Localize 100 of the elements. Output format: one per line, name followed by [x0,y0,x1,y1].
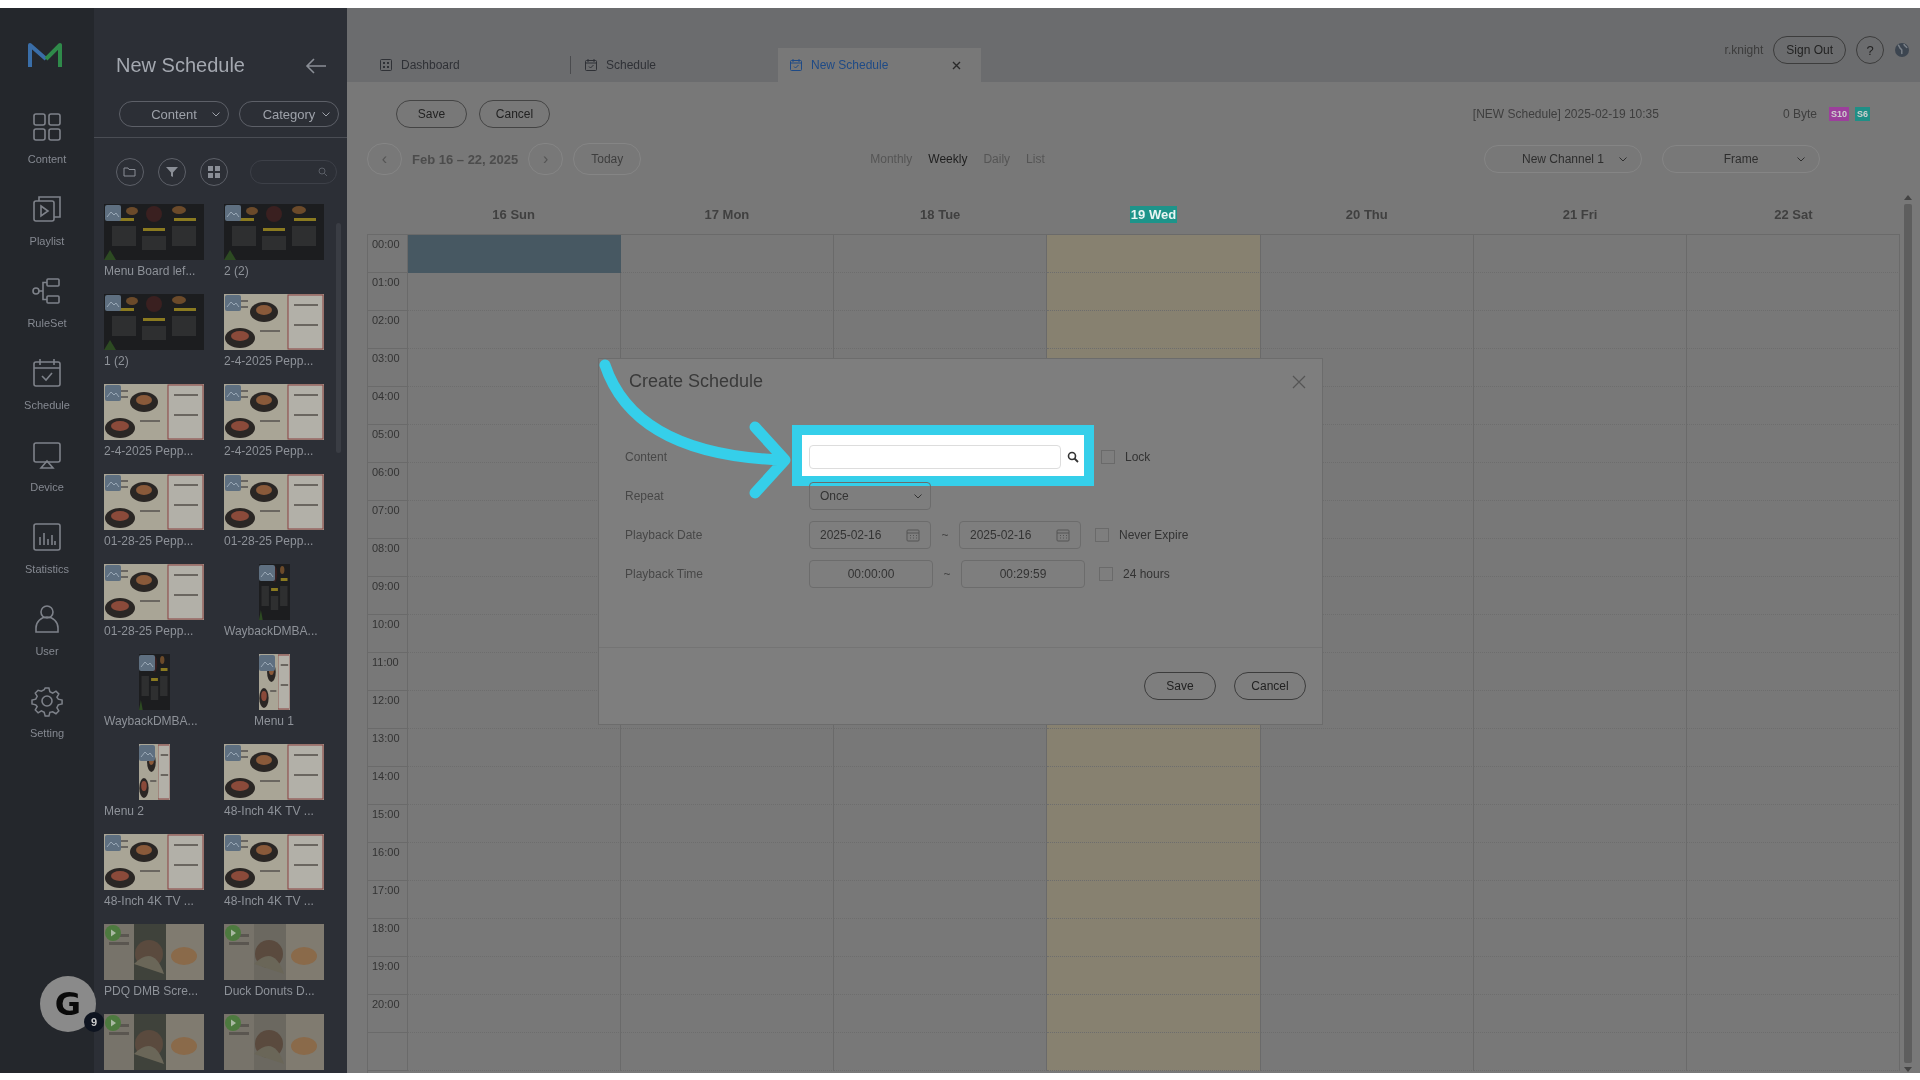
content-thumbnail[interactable]: 48-Inch 4K TV ... [224,744,324,834]
content-thumbnail[interactable]: Duck Donuts D... [224,924,324,1014]
search-icon[interactable] [1067,451,1079,463]
nav-item[interactable]: Content [27,111,67,193]
nav-item[interactable]: User [31,603,63,685]
calendar-cell[interactable] [621,235,835,273]
time-field[interactable]: 00:00:00 [809,560,933,588]
scrollbar-thumb[interactable] [1903,204,1912,1063]
content-thumbnail[interactable]: Menu Board lef... [104,204,204,294]
close-icon[interactable] [952,60,961,70]
search-icon [318,167,328,177]
storage-size: 0 Byte [1782,107,1817,121]
time-field[interactable]: 00:29:59 [961,560,1085,588]
calendar-cell[interactable] [1260,881,1474,919]
calendar-cell[interactable] [1260,1033,1474,1071]
checkbox-label: Lock [1125,450,1151,464]
time-cell: 06:00 [368,463,408,501]
image-icon [105,475,121,491]
calendar-cell[interactable] [1260,235,1474,273]
calendar-cell[interactable] [1260,843,1474,881]
time-cell: 12:00 [368,691,408,729]
content-thumbnail[interactable]: 48-Inch 4K TV ... [224,834,324,924]
image-icon [225,385,241,401]
content-thumbnail[interactable]: 2-4-2025 Pepp... [224,384,324,474]
date-field[interactable]: 2025-02-16 [809,521,931,549]
content-thumbnail[interactable]: Menu 1 [224,654,324,744]
image-icon [139,655,155,671]
day-header: 17 Mon [703,205,751,223]
calendar-cell[interactable] [1260,767,1474,805]
content-thumbnail[interactable]: 01-28-25 Pepp... [104,564,204,654]
calendar-cell[interactable] [1047,881,1261,919]
tab[interactable]: Schedule [573,48,778,82]
calendar-cell[interactable] [1047,805,1261,843]
nav-item[interactable]: Playlist [29,193,65,275]
calendar-cell[interactable] [1260,729,1474,767]
dashboard-icon [380,59,392,71]
calendar-cell[interactable] [1047,729,1261,767]
calendar-cell[interactable] [1047,843,1261,881]
calendar-cell[interactable] [621,273,835,311]
nav-item[interactable]: Schedule [24,357,70,439]
calendar-cell[interactable] [1047,995,1261,1033]
scroll-down-icon[interactable] [1903,1067,1912,1073]
calendar-cell[interactable] [1260,273,1474,311]
calendar-cell[interactable] [1260,311,1474,349]
content-thumbnail[interactable]: 2 (2) [224,204,324,294]
close-icon[interactable] [1292,374,1306,389]
calendar-cell[interactable] [1047,919,1261,957]
play-icon [105,1015,121,1031]
calendar-cell[interactable] [1047,235,1261,273]
content-thumbnail[interactable]: 01-28-25 Pepp... [104,474,204,564]
calendar-icon[interactable] [1056,528,1070,542]
calendar-cell[interactable] [408,273,622,311]
time-cell: 14:00 [368,767,408,805]
image-icon [105,205,121,221]
content-thumbnail[interactable]: WaybackDMBA... [224,564,324,654]
back-arrow-icon[interactable] [305,56,327,75]
time-cell: 20:00 [368,995,408,1033]
play-icon [105,925,121,941]
calendar-cell[interactable] [1047,273,1261,311]
ruleset-icon [31,275,63,307]
nav-item[interactable]: Statistics [25,521,69,603]
content-thumbnail[interactable]: 2-4-2025 Pepp... [224,294,324,384]
tab[interactable]: Dashboard [368,48,573,82]
time-cell: 15:00 [368,805,408,843]
calendar-cell[interactable] [1260,957,1474,995]
content-thumbnail[interactable]: 01-28-25 Pepp... [224,474,324,564]
globe-icon[interactable] [1894,42,1910,58]
content-thumbnail[interactable]: 48-Inch 4K TV ... [104,834,204,924]
calendar-icon[interactable] [906,528,920,542]
caret-icon [1797,157,1805,162]
content-thumbnail[interactable]: WaybackDMBA... [104,654,204,744]
time-cell: 03:00 [368,349,408,387]
repeat-dropdown[interactable]: Once [809,482,931,510]
nav-item[interactable]: Device [30,439,64,521]
nav-item[interactable]: Setting [29,685,65,767]
content-thumbnail[interactable]: PDQ DMB Scre... [104,924,204,1014]
content-thumbnail[interactable]: 1 (2) [104,294,204,384]
day-header: 20 Thu [1344,205,1389,223]
image-icon [225,745,241,761]
view-tab[interactable]: Weekly [928,152,968,166]
calendar-cell[interactable] [1260,995,1474,1033]
scroll-up-icon[interactable] [1903,194,1912,200]
time-cell: 10:00 [368,615,408,653]
calendar-cell[interactable] [1047,1033,1261,1071]
field-label: Content [625,450,669,464]
nav-item[interactable]: RuleSet [27,275,67,357]
date-field[interactable]: 2025-02-16 [959,521,1081,549]
calendar-cell[interactable] [1047,767,1261,805]
gear-icon [31,685,63,717]
caret-icon [212,111,220,117]
content-thumbnail[interactable]: Menu 2 [104,744,204,834]
calendar-cell[interactable] [1047,311,1261,349]
schedule-block[interactable] [408,235,622,273]
content-field[interactable] [809,445,1061,469]
calendar-cell[interactable] [1260,919,1474,957]
image-icon [259,565,275,581]
calendar-cell[interactable] [1260,805,1474,843]
day-header: 22 Sat [1773,205,1814,223]
content-thumbnail[interactable]: 2-4-2025 Pepp... [104,384,204,474]
calendar-cell[interactable] [1047,957,1261,995]
